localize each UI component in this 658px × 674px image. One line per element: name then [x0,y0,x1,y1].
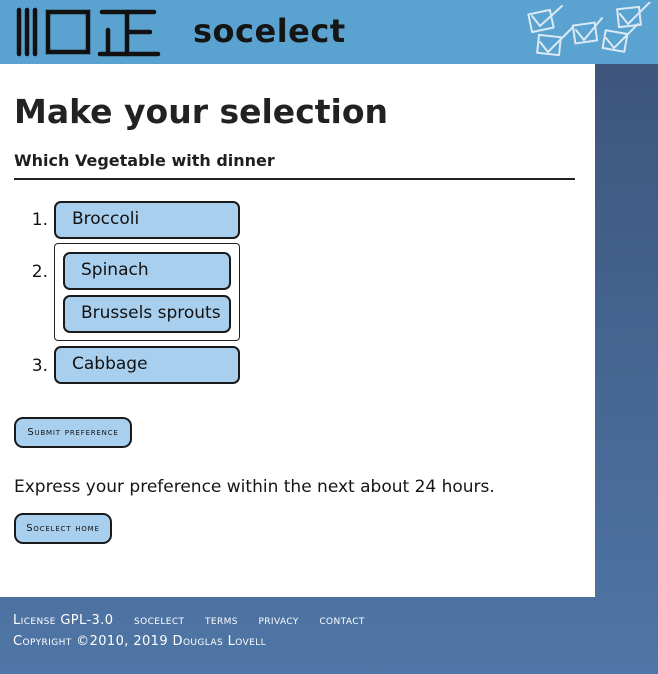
question-heading: Which Vegetable with dinner [14,151,575,180]
choice-spinach[interactable]: Spinach [63,252,231,290]
socelect-home-button[interactable]: Socelect home [14,513,112,544]
footer-link-privacy[interactable]: privacy [258,613,298,628]
site-title[interactable]: socelect [193,12,346,50]
choice-broccoli[interactable]: Broccoli [54,201,240,239]
copyright-text: Copyright ©2010, 2019 Douglas Lovell [13,634,267,649]
rank-number: 1. [31,210,48,230]
footer-link-contact[interactable]: contact [319,613,364,628]
checkbox-ballot-icon [527,2,651,57]
site-header: socelect [0,0,658,64]
submit-preference-button[interactable]: Submit preference [14,417,132,448]
footer-links: License GPL-3.0 socelect terms privacy c… [13,613,381,628]
footer-link-socelect[interactable]: socelect [134,613,184,628]
rank-number: 3. [31,356,48,376]
footer-link-terms[interactable]: terms [205,613,238,628]
choice-cabbage[interactable]: Cabbage [54,346,240,384]
socelect-logo[interactable] [14,4,164,60]
choice-brussels-sprouts[interactable]: Brussels sprouts [63,295,231,333]
rank-number: 2. [31,262,48,282]
license-link[interactable]: License GPL-3.0 [13,613,113,628]
page-title: Make your selection [14,92,389,131]
deadline-notice: Express your preference within the next … [14,477,495,497]
